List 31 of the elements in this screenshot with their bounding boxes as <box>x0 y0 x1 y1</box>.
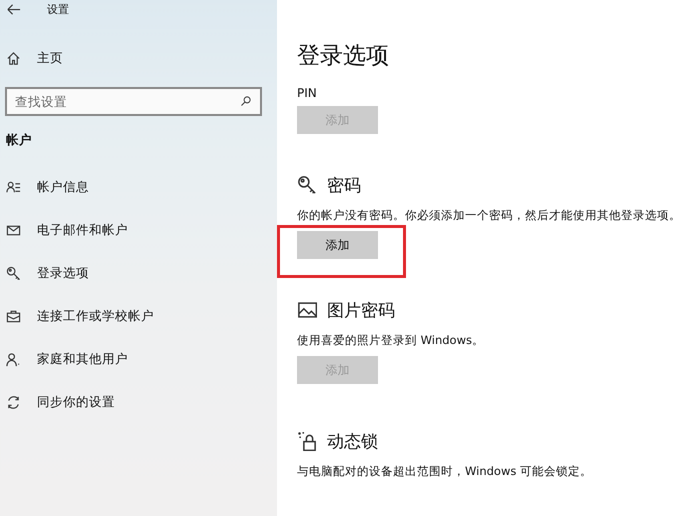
search-field[interactable]: 查找设置 <box>5 87 262 116</box>
window-title: 设置 <box>47 2 69 16</box>
section-heading: 帐户 <box>5 131 33 149</box>
description-text: 使用喜爱的照片登录到 Windows。 <box>297 333 485 348</box>
section-heading: PIN <box>297 86 318 100</box>
section-heading: 图片密码 <box>327 300 395 322</box>
sidebar-item[interactable]: 登录选项 <box>0 252 277 295</box>
sidebar-item[interactable]: 家庭和其他用户 <box>0 338 277 381</box>
briefcase-icon <box>6 309 21 324</box>
description-text: 与电脑配对的设备超出范围时，Windows 可能会锁定。 <box>297 464 593 479</box>
key-icon <box>297 175 317 195</box>
sidebar-item[interactable]: 帐户信息 <box>0 166 277 209</box>
page-title: 登录选项 <box>297 42 390 71</box>
back-icon[interactable] <box>6 2 21 16</box>
picture-icon <box>297 300 317 320</box>
sync-icon <box>6 395 21 410</box>
search-icon[interactable] <box>240 95 252 107</box>
home-icon <box>6 50 21 66</box>
sparkle-lock-icon <box>297 431 317 451</box>
home-nav-item[interactable]: 主页 <box>0 37 277 79</box>
key-icon <box>6 266 21 281</box>
sidebar-item[interactable]: 同步你的设置 <box>0 381 277 424</box>
mail-icon <box>6 223 21 238</box>
section-heading: 动态锁 <box>327 430 378 452</box>
person-icon <box>6 352 21 367</box>
section-heading: 密码 <box>327 174 361 196</box>
person-list-icon <box>6 180 21 195</box>
sidebar-item[interactable]: 电子邮件和帐户 <box>0 209 277 252</box>
add-button[interactable]: 添加 <box>297 231 378 259</box>
sidebar-item[interactable]: 连接工作或学校帐户 <box>0 295 277 338</box>
description-text: 你的帐户没有密码。你必须添加一个密码，然后才能使用其他登录选项。 <box>297 208 682 223</box>
